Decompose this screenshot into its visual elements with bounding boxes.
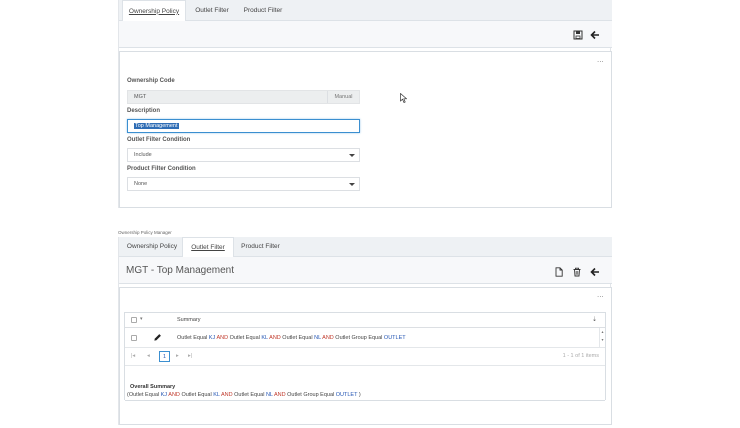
row-summary-value: OUTLET [383, 335, 406, 341]
chevron-down-icon [349, 183, 355, 186]
product-filter-condition-label: Product Filter Condition [127, 166, 196, 172]
overall-summary-text: Outlet Group Equal [287, 392, 336, 398]
ownership-code-label: Ownership Code [127, 78, 175, 84]
row-summary-operator: AND [320, 335, 336, 341]
arrow-left-icon [590, 267, 599, 277]
row-summary-operator: AND [267, 335, 283, 341]
overall-summary-value: NL [265, 392, 273, 398]
first-page-button[interactable]: |◂ [131, 353, 135, 359]
overall-summary-text: ) [357, 392, 361, 398]
summary-column-header[interactable]: Summary [177, 317, 201, 323]
ownership-policy-panel: Ownership Policy Outlet Filter Product F… [118, 0, 612, 208]
overall-summary-value: OUTLET [335, 392, 358, 398]
ownership-code-value: MGT [134, 94, 147, 100]
mouse-cursor-icon [400, 93, 407, 103]
overall-summary-operator: AND [219, 392, 235, 398]
outlet-filter-condition-select[interactable]: Include [127, 148, 360, 162]
row-checkbox[interactable] [131, 335, 137, 341]
outlet-filter-condition-label: Outlet Filter Condition [127, 137, 191, 143]
grid-header: ▾ Summary ⇣ [125, 313, 605, 328]
back-button[interactable] [589, 29, 601, 41]
overall-summary-operator: AND [167, 392, 182, 398]
chevron-down-icon [349, 154, 355, 157]
row-summary-text: Outlet Group Equal [335, 335, 384, 341]
page-title: MGT - Top Management [126, 265, 235, 276]
bottom-header: MGT - Top Management [119, 257, 612, 284]
description-value: Top Management [134, 123, 179, 129]
new-file-icon [555, 267, 563, 277]
overall-summary-label: Overall Summary [130, 384, 176, 390]
bottom-tab-bar: Ownership Policy Outlet Filter Product F… [119, 237, 612, 257]
row-summary-operator: AND [215, 335, 230, 341]
overall-summary-section: Overall Summary (Outlet Equal KJ AND Out… [125, 366, 605, 401]
row-summary-cell: Outlet Equal KJ AND Outlet Equal KL AND … [177, 335, 406, 341]
tab-outlet-filter[interactable]: Outlet Filter [187, 0, 237, 20]
back-button[interactable] [589, 266, 601, 278]
row-summary-text: Outlet Equal [229, 335, 262, 341]
overall-summary-operator: AND [272, 392, 288, 398]
ownership-code-mode: Manual [327, 91, 359, 103]
description-input[interactable]: Top Management [127, 119, 360, 133]
new-button[interactable] [553, 266, 565, 278]
column-menu-icon[interactable]: ⇣ [592, 316, 597, 323]
pager-info: 1 - 1 of 1 items [562, 353, 599, 359]
row-summary-text: Outlet Equal [282, 335, 315, 341]
trash-icon [573, 267, 581, 277]
overall-summary-text: Outlet Equal [181, 392, 214, 398]
current-page-button[interactable]: 1 [159, 351, 170, 362]
top-tab-bar: Ownership Policy Outlet Filter Product F… [119, 0, 612, 21]
edit-button[interactable] [153, 333, 163, 343]
card-menu[interactable]: ... [597, 291, 604, 299]
row-summary-text: Outlet Equal [177, 335, 209, 341]
pencil-icon [154, 334, 161, 341]
save-icon [573, 30, 583, 40]
sort-arrow-icon[interactable]: ▾ [140, 316, 143, 322]
tab-outlet-filter[interactable]: Outlet Filter [182, 237, 234, 257]
overall-summary-text: (Outlet Equal [127, 392, 161, 398]
save-button[interactable] [572, 29, 584, 41]
row-summary-value: NL [314, 335, 321, 341]
select-all-checkbox[interactable] [131, 317, 137, 323]
card-menu[interactable]: ... [597, 56, 604, 64]
tab-ownership-policy[interactable]: Ownership Policy [122, 237, 182, 256]
outlet-filter-card: ... ▾ Summary ⇣ Outlet Equal KJ AND Outl… [119, 287, 612, 425]
overall-summary-text: Outlet Equal [234, 392, 266, 398]
product-filter-condition-select[interactable]: None [127, 177, 360, 191]
next-page-button[interactable]: ▸ [176, 353, 179, 359]
top-toolbar [119, 21, 612, 48]
breadcrumb: Ownership Policy Manager [118, 230, 172, 235]
arrow-left-icon [590, 30, 599, 40]
tab-product-filter[interactable]: Product Filter [237, 0, 289, 20]
ownership-code-field: MGT Manual [127, 90, 360, 104]
description-label: Description [127, 108, 161, 114]
tab-ownership-policy[interactable]: Ownership Policy [122, 0, 186, 21]
overall-summary-text: (Outlet Equal KJ AND Outlet Equal KL AND… [127, 392, 361, 398]
ownership-form-card: ... Ownership Code MGT Manual Descriptio… [119, 51, 612, 208]
grid-pager: |◂ ◂ 1 ▸ ▸| 1 - 1 of 1 items [125, 348, 605, 366]
table-row[interactable]: Outlet Equal KJ AND Outlet Equal KL AND … [125, 328, 605, 348]
outlet-filter-condition-value: Include [134, 152, 152, 158]
tab-product-filter[interactable]: Product Filter [234, 237, 287, 256]
delete-button[interactable] [571, 266, 583, 278]
outlet-filter-panel: Ownership Policy Outlet Filter Product F… [118, 237, 612, 425]
prev-page-button[interactable]: ◂ [147, 353, 150, 359]
product-filter-condition-value: None [134, 181, 148, 187]
outlet-filter-grid: ▾ Summary ⇣ Outlet Equal KJ AND Outlet E… [124, 312, 606, 401]
last-page-button[interactable]: ▸| [188, 353, 192, 359]
scrollbar[interactable]: ▴ ▾ [599, 328, 605, 348]
